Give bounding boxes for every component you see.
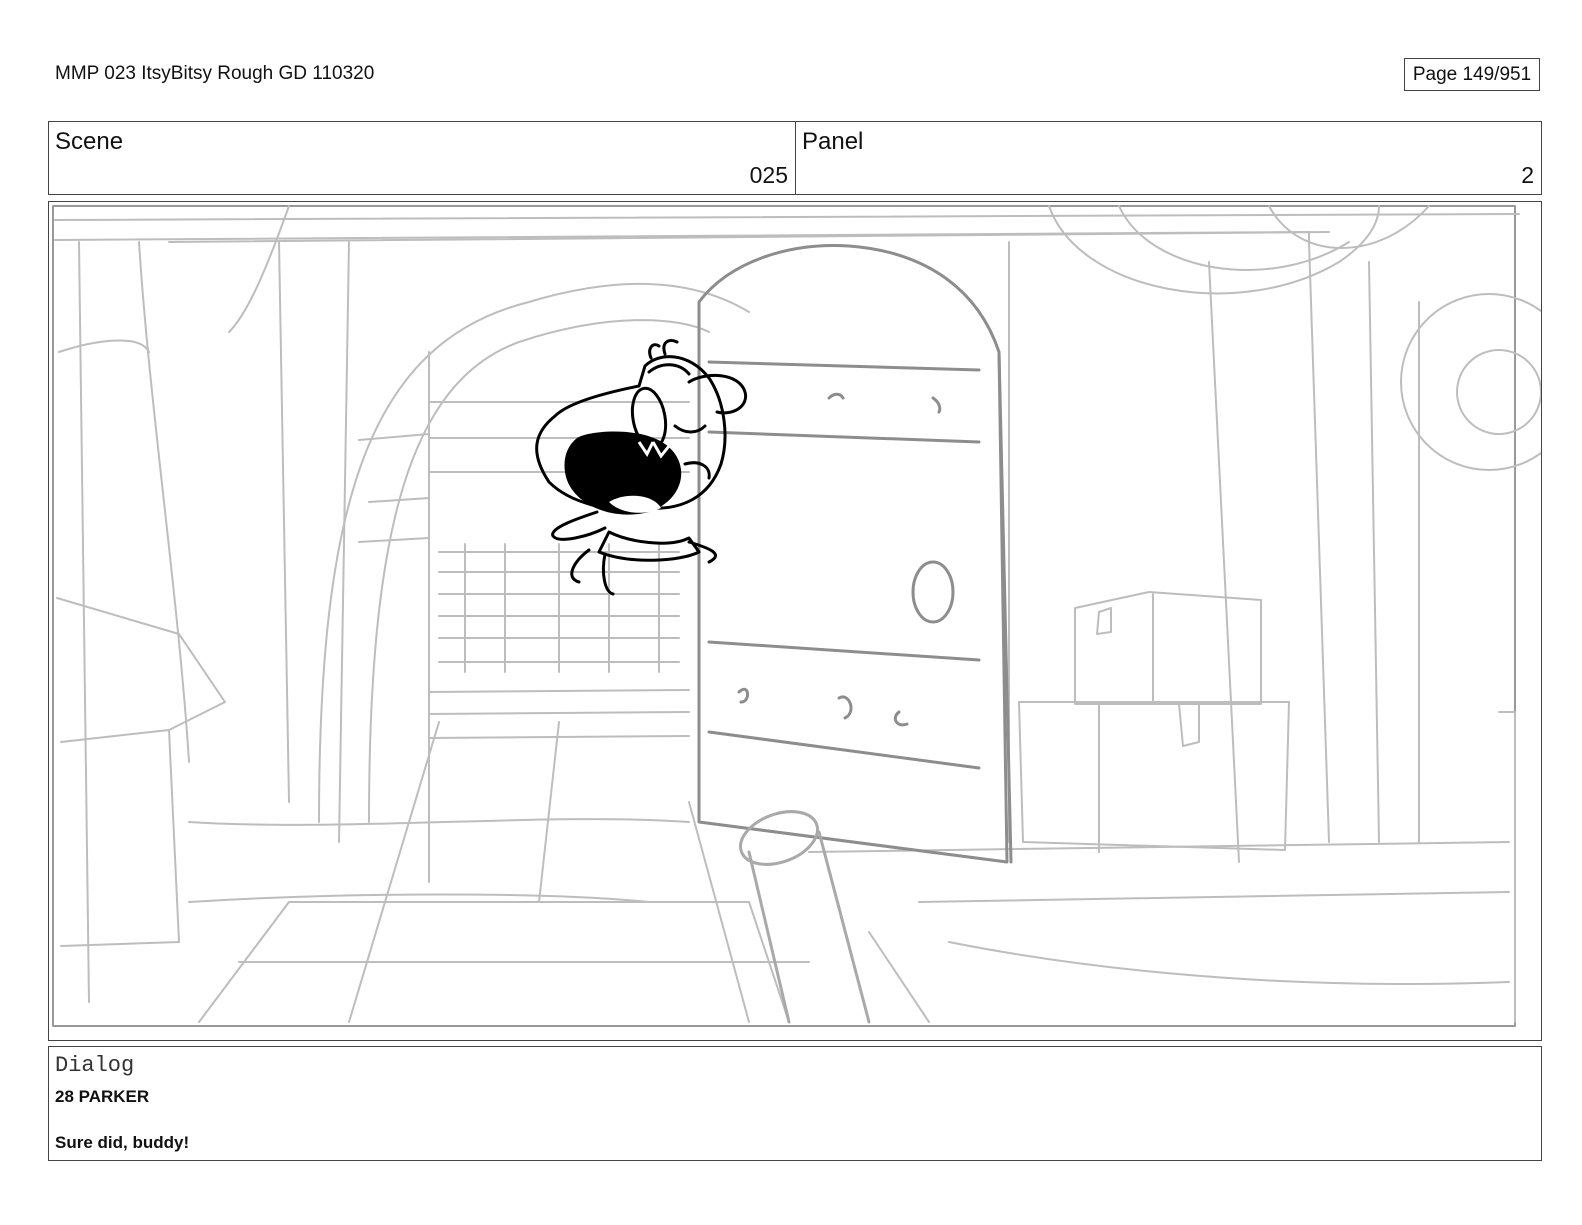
right-wall-line (1208, 261, 1240, 863)
door-nail (827, 392, 845, 400)
door-nail (837, 695, 853, 720)
document-title: MMP 023 ItsyBitsy Rough GD 110320 (55, 63, 375, 84)
door-nail (893, 710, 909, 727)
scene-number: 025 (749, 162, 788, 188)
porthole-inner (1456, 349, 1541, 435)
right-wall-line (1368, 261, 1380, 843)
left-crate (56, 597, 226, 947)
character-leg (570, 548, 591, 584)
open-door (697, 244, 1013, 864)
storyboard-drawing (52, 205, 1541, 1027)
crate-tape (1178, 703, 1200, 747)
floor-plank (538, 721, 560, 903)
character-hair (662, 339, 679, 356)
ceiling-beam (54, 213, 1520, 221)
scene-panel-row: Scene 025 Panel 2 (48, 121, 1542, 195)
crate-top (1074, 591, 1262, 705)
floor-plank (868, 931, 930, 1023)
inner-frame-border (52, 205, 1516, 1027)
dialog-label: Dialog (55, 1053, 135, 1078)
scene-cell: Scene 025 (49, 122, 796, 194)
dialog-box: Dialog 28 PARKER Sure did, buddy! (48, 1046, 1542, 1161)
character-hair (648, 343, 661, 360)
floor-plank (188, 818, 690, 826)
door-plank (707, 360, 981, 372)
storyboard-frame (48, 201, 1542, 1041)
door-plank (707, 430, 981, 444)
floor-plank (348, 721, 440, 1023)
background-sketch (52, 205, 1541, 1027)
floor-plank (688, 801, 750, 1023)
door-plank (707, 730, 981, 770)
character-body (597, 530, 701, 562)
porthole-outer (1400, 293, 1541, 471)
floor-plank (918, 891, 1510, 903)
left-crate-edge (60, 729, 170, 743)
page-number-badge: Page 149/951 (1404, 58, 1540, 91)
corridor-line (358, 433, 430, 441)
door-outline (697, 244, 1009, 864)
character-nose (683, 461, 711, 480)
floor-plank (948, 941, 1510, 985)
pipe-edge (747, 850, 791, 1024)
grid-window (464, 543, 660, 673)
character-brow (647, 363, 691, 376)
door-plank (707, 640, 981, 662)
panel-number: 2 (1521, 162, 1534, 188)
wall-line (58, 339, 150, 353)
door-nail (931, 396, 942, 414)
cabinet-edge (1498, 711, 1516, 1023)
pipe-edge (817, 830, 871, 1024)
door-knob-hole (911, 560, 955, 624)
wall-plank (78, 241, 90, 1003)
dialog-speaker: 28 PARKER (55, 1087, 150, 1106)
right-wall-line (1308, 241, 1330, 843)
ceiling-beam (168, 231, 1330, 243)
panel-label: Panel (802, 128, 864, 155)
corridor-line (358, 537, 430, 543)
wall-plank (278, 241, 290, 803)
character-arm (551, 510, 607, 541)
wall-plank (138, 241, 190, 763)
scene-label: Scene (55, 128, 124, 155)
door-nail (737, 687, 749, 704)
panel-cell: Panel 2 (796, 122, 1541, 194)
dialog-line: Sure did, buddy! (55, 1133, 190, 1152)
floor-plank (188, 893, 650, 903)
rope-loop (1048, 205, 1380, 295)
crate-bottom (1018, 701, 1290, 851)
crate-tape (1096, 607, 1112, 635)
